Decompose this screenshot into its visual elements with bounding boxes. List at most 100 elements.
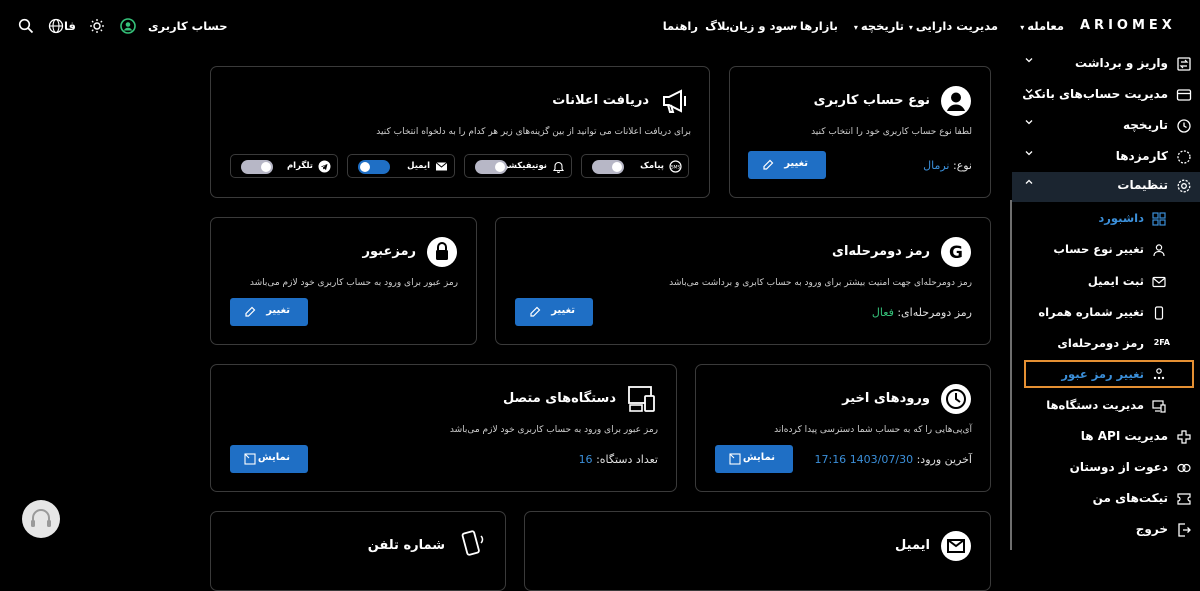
card-title: دستگاه‌های متصل <box>503 391 616 406</box>
two-factor-card: G رمز دومرحله‌ای رمز دومرحله‌ای جهت امنی… <box>495 217 991 345</box>
expand-icon <box>244 453 256 465</box>
telegram-icon <box>318 160 331 173</box>
device-count: تعداد دستگاه: 16 <box>578 453 658 466</box>
sidebar-item-invite-friends[interactable]: دعوت از دوستان <box>1012 454 1200 482</box>
mail-icon <box>941 531 971 561</box>
recent-logins-card: ورودهای اخیر آی‌پی‌هایی را که به حساب شم… <box>695 364 991 492</box>
card-description: رمز عبور برای ورود به حساب کاربری خود لا… <box>249 278 458 288</box>
sidebar-subitem-change-phone[interactable]: تغییر شماره همراه <box>1012 299 1200 327</box>
card-title: نوع حساب کاربری <box>813 93 930 108</box>
toggle-switch[interactable] <box>358 160 390 174</box>
chevron-down-icon <box>1025 120 1033 125</box>
account-type-value: نوع: نرمال <box>923 159 972 172</box>
phone-icon <box>1154 306 1164 320</box>
logo[interactable]: ARIOMEX <box>1080 18 1176 33</box>
change-password-button[interactable]: تغییر <box>230 298 308 326</box>
password-icon <box>1153 368 1165 380</box>
toggle-knob <box>612 162 622 172</box>
sun-icon[interactable] <box>89 18 105 34</box>
devices-icon <box>1152 400 1166 413</box>
card-title: رمزعبور <box>362 244 416 259</box>
fee-icon <box>1177 150 1191 164</box>
show-devices-button[interactable]: نمایش <box>230 445 308 473</box>
show-recent-logins-button[interactable]: نمایش <box>715 445 793 473</box>
envelope-icon <box>435 162 448 171</box>
toggle-knob <box>360 162 370 172</box>
svg-text:SMS: SMS <box>671 165 681 171</box>
nav-trade[interactable]: معامله▾ <box>1020 19 1064 33</box>
nav-asset-management[interactable]: مدیریت دارایی▾ <box>909 19 998 33</box>
user-circle-icon[interactable] <box>120 18 136 34</box>
two-factor-status: رمز دومرحله‌ای: فعال <box>871 306 972 319</box>
connected-devices-card: دستگاه‌های متصل رمز عبور برای ورود به حس… <box>210 364 677 492</box>
phone-icon <box>461 530 484 556</box>
toggle-switch[interactable] <box>592 160 624 174</box>
sidebar-item-my-tickets[interactable]: تیکت‌های من <box>1012 485 1200 513</box>
headset-icon <box>31 509 51 527</box>
nav-history[interactable]: تاریخچه▾ <box>854 19 904 33</box>
devices-icon <box>628 386 655 412</box>
sidebar-item-bank-accounts[interactable]: مدیریت حساب‌های بانکی <box>1012 81 1200 109</box>
expand-icon <box>729 453 741 465</box>
svg-text:G: G <box>949 243 963 263</box>
sidebar-item-api-management[interactable]: مدیریت API ها <box>1012 423 1200 451</box>
chevron-down-icon <box>1025 58 1033 63</box>
sidebar-subitem-two-factor[interactable]: 2FA رمز دومرحله‌ای <box>1012 330 1200 358</box>
sidebar-item-settings[interactable]: تنظیمات <box>1012 172 1200 202</box>
history-icon <box>941 384 971 414</box>
notifications-card: دریافت اعلانات برای دریافت اعلانات می تو… <box>210 66 710 198</box>
chevron-up-icon <box>1025 179 1033 184</box>
nav-guide[interactable]: راهنما <box>663 19 698 33</box>
change-account-type-button[interactable]: تغییر <box>748 151 826 179</box>
toggle-telegram[interactable]: تلگرام <box>230 154 338 178</box>
toggle-knob <box>261 162 271 172</box>
globe-icon[interactable] <box>48 18 64 34</box>
nav-blog[interactable]: بلاگ <box>705 19 730 33</box>
nav-profit-loss[interactable]: سود و زیان <box>729 19 794 33</box>
edit-icon <box>763 159 774 170</box>
search-icon[interactable] <box>18 18 34 34</box>
card-description: لطفا نوع حساب کاربری خود را انتخاب کنید <box>811 127 972 137</box>
account-menu[interactable]: حساب کاربری <box>148 19 228 33</box>
user-circle-icon <box>941 86 971 116</box>
toggle-switch[interactable] <box>475 160 507 174</box>
change-two-factor-button[interactable]: تغییر <box>515 298 593 326</box>
nav-markets[interactable]: بازارها▾ <box>793 19 838 33</box>
chevron-down-icon <box>1025 89 1033 94</box>
card-description: رمز دومرحله‌ای جهت امنیت بیشتر برای ورود… <box>669 278 972 288</box>
account-type-card: نوع حساب کاربری لطفا نوع حساب کاربری خود… <box>729 66 991 198</box>
card-description: آی‌پی‌هایی را که به حساب شما دسترسی پیدا… <box>774 425 972 435</box>
support-chat-button[interactable] <box>22 500 60 538</box>
sidebar-item-deposit-withdraw[interactable]: واریز و برداشت <box>1012 50 1200 78</box>
toggle-switch[interactable] <box>241 160 273 174</box>
api-icon <box>1177 430 1191 444</box>
sidebar-item-history[interactable]: تاریخچه <box>1012 112 1200 140</box>
edit-icon <box>530 306 541 317</box>
toggle-sms[interactable]: SMS پیامک <box>581 154 689 178</box>
invite-icon <box>1177 463 1191 473</box>
card-title: دریافت اعلانات <box>552 93 649 108</box>
bell-icon <box>552 161 565 173</box>
dashboard-icon <box>1152 212 1166 226</box>
top-bar: ARIOMEX معامله▾ مدیریت دارایی▾ تاریخچه▾ … <box>0 0 1200 52</box>
last-login: آخرین ورود: 1403/07/30 17:16 <box>814 453 972 466</box>
chevron-down-icon <box>1025 151 1033 156</box>
two-factor-icon: 2FA <box>1153 338 1170 347</box>
language-switch[interactable]: فا <box>64 19 76 33</box>
sidebar-item-logout[interactable]: خروج <box>1012 516 1200 544</box>
mail-icon <box>1152 276 1166 288</box>
sidebar-subitem-dashboard[interactable]: داشبورد <box>1012 205 1200 233</box>
google-icon: G <box>941 237 971 267</box>
sidebar-subitem-change-account-type[interactable]: تغییر نوع حساب <box>1012 236 1200 264</box>
sidebar-subitem-change-password[interactable]: تغییر رمز عبور <box>1024 360 1194 388</box>
sidebar-subitem-device-management[interactable]: مدیریت دستگاه‌ها <box>1012 392 1200 420</box>
sidebar-subitem-register-email[interactable]: ثبت ایمیل <box>1012 268 1200 296</box>
card-title: ورودهای اخیر <box>842 391 930 406</box>
lock-icon <box>427 237 457 267</box>
sidebar-item-fees[interactable]: کارمزدها <box>1012 143 1200 171</box>
user-icon <box>1153 244 1165 257</box>
toggle-email[interactable]: ایمیل <box>347 154 455 178</box>
toggle-notification[interactable]: نوتیفیکشن <box>464 154 572 178</box>
bank-card-icon <box>1176 89 1192 101</box>
transfer-icon <box>1177 57 1191 71</box>
